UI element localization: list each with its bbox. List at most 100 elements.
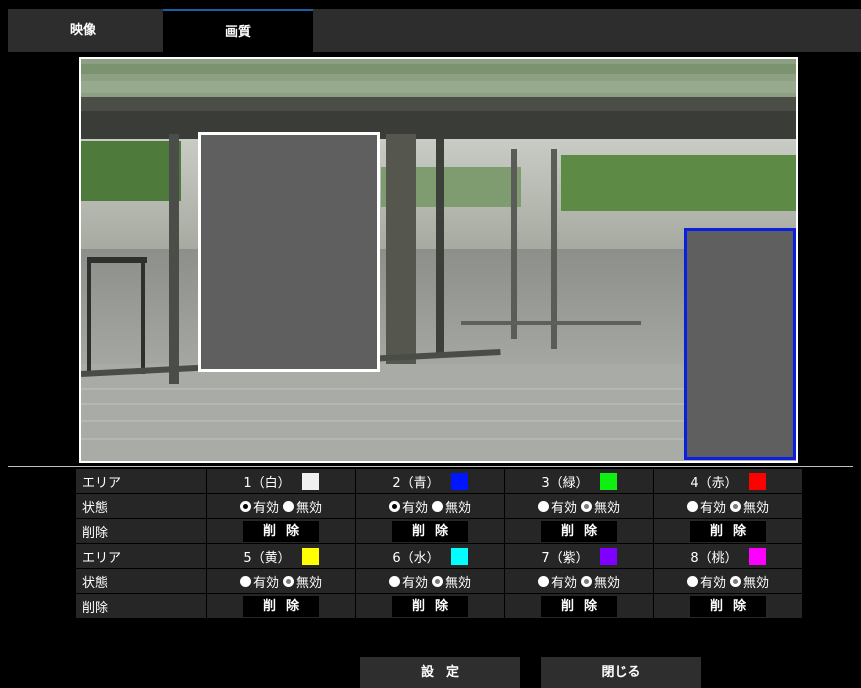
area-5-enabled-radio[interactable]: 有効	[239, 572, 279, 591]
camera-preview[interactable]	[79, 57, 798, 463]
delete-row: 削除 削除 削除 削除 削除	[76, 594, 803, 618]
set-button[interactable]: 設定	[360, 657, 520, 688]
color-swatch-cyan	[450, 547, 468, 565]
area-2-name: 2（青）	[392, 475, 440, 491]
tab-video[interactable]: 映像	[8, 9, 158, 52]
area-1-delete-button[interactable]: 削除	[243, 520, 319, 542]
privacy-mask-area-2[interactable]	[684, 228, 796, 460]
enabled-label: 有効	[699, 500, 726, 516]
close-button[interactable]: 閉じる	[541, 657, 701, 688]
area-8-cell: 8（桃）	[654, 544, 802, 568]
area-7-enabled-radio[interactable]: 有効	[537, 572, 577, 591]
area-2-disabled-radio[interactable]: 無効	[432, 497, 471, 516]
radio-icon	[537, 500, 549, 512]
area-row: エリア 1（白） 2（青） 3（緑） 4（赤）	[76, 469, 803, 493]
divider	[8, 466, 853, 467]
disabled-label: 無効	[445, 575, 472, 591]
radio-selected-icon	[432, 575, 443, 587]
disabled-label: 無効	[594, 575, 621, 591]
radio-selected-icon	[730, 500, 741, 512]
area-6-enabled-radio[interactable]: 有効	[388, 572, 428, 591]
enabled-label: 有効	[550, 575, 577, 591]
area-6-status: 有効 無効	[356, 569, 504, 593]
area-7-delete-button[interactable]: 削除	[541, 595, 617, 617]
area-8-name: 8（桃）	[690, 550, 738, 566]
area-2-delete-cell: 削除	[356, 519, 504, 543]
disabled-label: 無効	[594, 500, 621, 516]
radio-icon	[283, 500, 294, 512]
color-swatch-blue	[450, 472, 468, 490]
enabled-label: 有効	[550, 500, 577, 516]
area-1-enabled-radio[interactable]: 有効	[239, 497, 279, 516]
enabled-label: 有効	[699, 575, 726, 591]
disabled-label: 無効	[296, 500, 323, 516]
area-4-delete-button[interactable]: 削除	[690, 520, 766, 542]
area-5-cell: 5（黄）	[207, 544, 355, 568]
radio-icon	[686, 500, 698, 512]
status-label: 状態	[76, 569, 206, 593]
tab-image-quality[interactable]: 画質	[163, 9, 313, 52]
area-5-delete-cell: 削除	[207, 594, 355, 618]
area-8-delete-cell: 削除	[654, 594, 802, 618]
area-3-name: 3（緑）	[541, 475, 589, 491]
radio-icon	[432, 500, 443, 512]
area-2-enabled-radio[interactable]: 有効	[388, 497, 428, 516]
area-5-disabled-radio[interactable]: 無効	[283, 572, 322, 591]
area-1-name: 1（白）	[243, 475, 291, 491]
area-4-status: 有効 無効	[654, 494, 802, 518]
delete-label: 削除	[76, 594, 206, 618]
area-4-cell: 4（赤）	[654, 469, 802, 493]
area-row: エリア 5（黄） 6（水） 7（紫） 8（桃）	[76, 544, 803, 568]
area-3-enabled-radio[interactable]: 有効	[537, 497, 577, 516]
radio-icon	[686, 575, 698, 587]
enabled-label: 有効	[252, 575, 279, 591]
area-6-disabled-radio[interactable]: 無効	[432, 572, 471, 591]
area-3-delete-cell: 削除	[505, 519, 653, 543]
area-4-delete-cell: 削除	[654, 519, 802, 543]
area-4-enabled-radio[interactable]: 有効	[686, 497, 726, 516]
mask-area-table: エリア 1（白） 2（青） 3（緑） 4（赤） 状態 有効 無効 有効 無効 有…	[76, 469, 803, 619]
area-3-status: 有効 無効	[505, 494, 653, 518]
area-1-cell: 1（白）	[207, 469, 355, 493]
enabled-label: 有効	[401, 500, 428, 516]
privacy-mask-area-1[interactable]	[198, 132, 380, 372]
area-5-delete-button[interactable]: 削除	[243, 595, 319, 617]
color-swatch-white	[301, 472, 319, 490]
disabled-label: 無効	[445, 500, 472, 516]
area-3-cell: 3（緑）	[505, 469, 653, 493]
color-swatch-green	[599, 472, 617, 490]
radio-selected-icon	[388, 500, 400, 512]
area-7-name: 7（紫）	[541, 550, 589, 566]
area-4-disabled-radio[interactable]: 無効	[730, 497, 769, 516]
color-swatch-red	[748, 472, 766, 490]
radio-selected-icon	[730, 575, 741, 587]
area-6-delete-cell: 削除	[356, 594, 504, 618]
area-3-disabled-radio[interactable]: 無効	[581, 497, 620, 516]
area-6-delete-button[interactable]: 削除	[392, 595, 468, 617]
area-5-status: 有効 無効	[207, 569, 355, 593]
enabled-label: 有効	[252, 500, 279, 516]
area-1-disabled-radio[interactable]: 無効	[283, 497, 322, 516]
area-8-disabled-radio[interactable]: 無効	[730, 572, 769, 591]
radio-selected-icon	[581, 575, 592, 587]
radio-selected-icon	[239, 500, 251, 512]
area-8-enabled-radio[interactable]: 有効	[686, 572, 726, 591]
area-6-cell: 6（水）	[356, 544, 504, 568]
area-4-name: 4（赤）	[690, 475, 738, 491]
area-7-disabled-radio[interactable]: 無効	[581, 572, 620, 591]
area-8-delete-button[interactable]: 削除	[690, 595, 766, 617]
area-3-delete-button[interactable]: 削除	[541, 520, 617, 542]
area-1-status: 有効 無効	[207, 494, 355, 518]
area-2-delete-button[interactable]: 削除	[392, 520, 468, 542]
area-label: エリア	[76, 544, 206, 568]
radio-selected-icon	[581, 500, 592, 512]
disabled-label: 無効	[296, 575, 323, 591]
area-8-status: 有効 無効	[654, 569, 802, 593]
radio-icon	[239, 575, 251, 587]
tab-bar: 映像 画質	[8, 9, 861, 52]
area-2-cell: 2（青）	[356, 469, 504, 493]
radio-icon	[388, 575, 400, 587]
disabled-label: 無効	[743, 575, 770, 591]
radio-icon	[537, 575, 549, 587]
area-2-status: 有効 無効	[356, 494, 504, 518]
